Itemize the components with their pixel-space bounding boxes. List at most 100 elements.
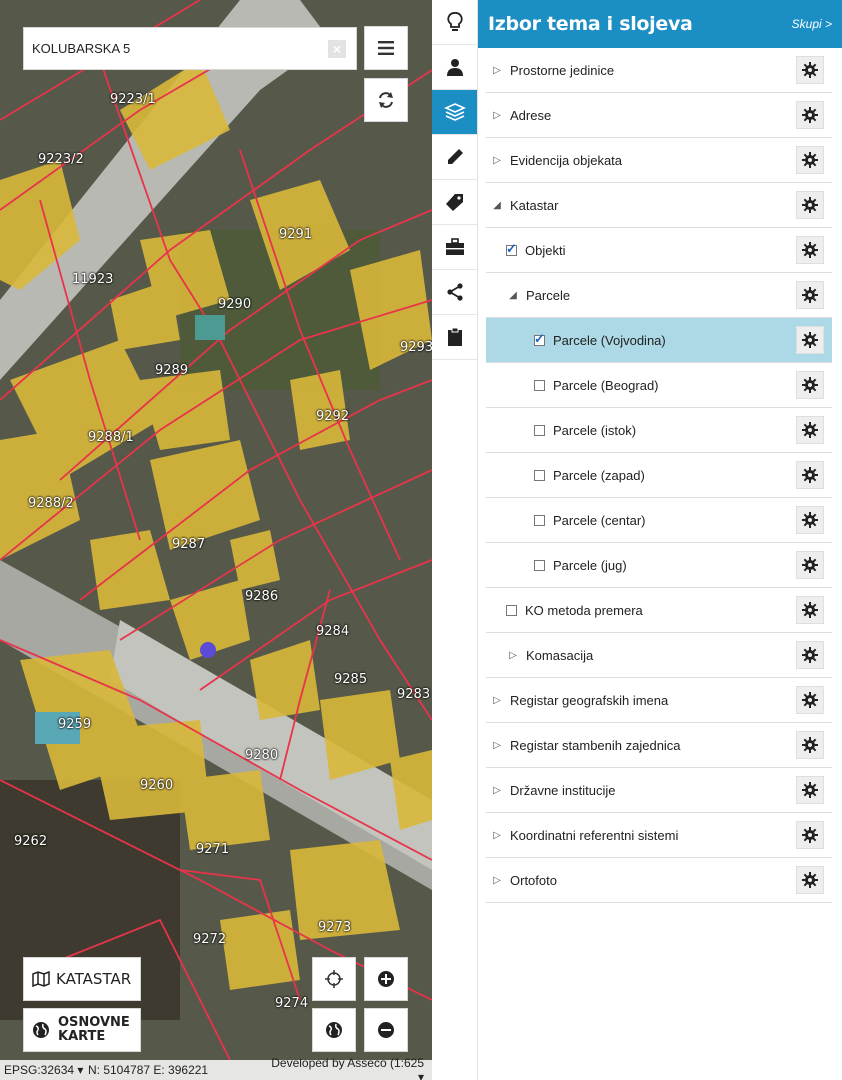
locate-button[interactable] xyxy=(312,957,356,1001)
tool-tag[interactable] xyxy=(432,180,477,225)
gear-icon[interactable] xyxy=(796,191,824,219)
caret-right-icon[interactable]: ▷ xyxy=(490,65,504,76)
layer-checkbox[interactable] xyxy=(506,241,517,257)
layer-label: Parcele (istok) xyxy=(553,422,637,438)
gear-icon[interactable] xyxy=(796,731,824,759)
parcel-label: 9284 xyxy=(316,624,350,639)
layer-row[interactable]: Parcele (jug) xyxy=(486,543,832,588)
briefcase-icon xyxy=(445,238,464,255)
layer-checkbox[interactable] xyxy=(534,379,545,391)
layer-label: Objekti xyxy=(525,242,566,258)
gear-icon[interactable] xyxy=(796,821,824,849)
parcel-label: 9287 xyxy=(172,537,206,552)
layer-row[interactable]: ◢ Parcele xyxy=(486,273,832,318)
layer-checkbox[interactable] xyxy=(534,331,545,347)
caret-right-icon[interactable]: ▷ xyxy=(490,785,504,796)
layer-row[interactable]: Parcele (Vojvodina) xyxy=(486,318,832,363)
parcel-label: 9272 xyxy=(193,932,227,947)
parcel-label: 9280 xyxy=(245,748,279,763)
layer-row[interactable]: ▷ Državne institucije xyxy=(486,768,832,813)
layer-label: Parcele (zapad) xyxy=(553,467,645,483)
layer-row[interactable]: ▷ Registar stambenih zajednica xyxy=(486,723,832,768)
gear-icon[interactable] xyxy=(796,461,824,489)
gear-icon[interactable] xyxy=(796,866,824,894)
layer-label: Registar geografskih imena xyxy=(510,692,669,708)
clear-search-icon[interactable]: × xyxy=(328,40,346,58)
gear-icon[interactable] xyxy=(796,641,824,669)
gear-icon[interactable] xyxy=(796,551,824,579)
tool-user[interactable] xyxy=(432,45,477,90)
layer-checkbox[interactable] xyxy=(534,514,545,526)
gear-icon[interactable] xyxy=(796,236,824,264)
layer-row[interactable]: Parcele (istok) xyxy=(486,408,832,453)
globe-button[interactable] xyxy=(312,1008,356,1052)
caret-right-icon[interactable]: ▷ xyxy=(490,875,504,886)
zoom-out-button[interactable] xyxy=(364,1008,408,1052)
caret-down-icon[interactable]: ◢ xyxy=(506,290,520,301)
collapse-link[interactable]: Skupi > xyxy=(792,17,832,31)
caret-right-icon[interactable]: ▷ xyxy=(490,155,504,166)
katastar-button[interactable]: KATASTAR xyxy=(23,957,141,1001)
zoom-in-button[interactable] xyxy=(364,957,408,1001)
epsg-select[interactable]: EPSG:32634 ▾ xyxy=(0,1063,88,1077)
parcel-label: 9259 xyxy=(58,717,92,732)
layer-checkbox[interactable] xyxy=(534,559,545,571)
caret-right-icon[interactable]: ▷ xyxy=(506,650,520,661)
parcel-label: 9223/1 xyxy=(110,92,156,107)
parcel-label: 9223/2 xyxy=(38,152,84,167)
crosshair-icon xyxy=(325,970,343,988)
tool-briefcase[interactable] xyxy=(432,225,477,270)
tool-draw[interactable] xyxy=(432,135,477,180)
layer-row[interactable]: Objekti xyxy=(486,228,832,273)
caret-right-icon[interactable]: ▷ xyxy=(490,695,504,706)
layer-checkbox[interactable] xyxy=(534,469,545,481)
gear-icon[interactable] xyxy=(796,776,824,804)
refresh-button[interactable] xyxy=(364,78,408,122)
menu-button[interactable] xyxy=(364,26,408,70)
caret-right-icon[interactable]: ▷ xyxy=(490,740,504,751)
base-maps-label-2: KARTE xyxy=(58,1029,106,1044)
tool-clipboard[interactable] xyxy=(432,315,477,360)
tool-layers[interactable] xyxy=(432,90,477,135)
parcel-label: 9285 xyxy=(334,672,368,687)
scale-select[interactable]: Developed by Asseco (1:625 ▾ xyxy=(268,1056,432,1080)
gear-icon[interactable] xyxy=(796,101,824,129)
layer-checkbox[interactable] xyxy=(534,424,545,436)
gear-icon[interactable] xyxy=(796,416,824,444)
gear-icon[interactable] xyxy=(796,506,824,534)
layer-row[interactable]: Parcele (Beograd) xyxy=(486,363,832,408)
gear-icon[interactable] xyxy=(796,371,824,399)
lightbulb-icon xyxy=(446,12,463,31)
search-input[interactable]: KOLUBARSKA 5 × xyxy=(23,27,357,70)
caret-down-icon[interactable]: ◢ xyxy=(490,200,504,211)
caret-right-icon[interactable]: ▷ xyxy=(490,110,504,121)
panel-title: Izbor tema i slojeva xyxy=(488,13,693,35)
parcel-label: 9288/1 xyxy=(88,430,134,445)
layer-row[interactable]: Parcele (centar) xyxy=(486,498,832,543)
map-view[interactable]: 9223/1 9223/2 11923 9291 9290 9289 9293 … xyxy=(0,0,432,1080)
layer-row[interactable]: ▷ Komasacija xyxy=(486,633,832,678)
layer-checkbox[interactable] xyxy=(506,604,517,616)
layer-row[interactable]: KO metoda premera xyxy=(486,588,832,633)
layer-row[interactable]: Parcele (zapad) xyxy=(486,453,832,498)
gear-icon[interactable] xyxy=(796,326,824,354)
layer-label: Prostorne jedinice xyxy=(510,62,615,78)
layer-row[interactable]: ◢ Katastar xyxy=(486,183,832,228)
gear-icon[interactable] xyxy=(796,146,824,174)
vertical-toolbar xyxy=(432,0,478,1080)
layer-row[interactable]: ▷ Evidencija objekata xyxy=(486,138,832,183)
gear-icon[interactable] xyxy=(796,596,824,624)
gear-icon[interactable] xyxy=(796,686,824,714)
layer-row[interactable]: ▷ Ortofoto xyxy=(486,858,832,903)
gear-icon[interactable] xyxy=(796,56,824,84)
tool-lightbulb[interactable] xyxy=(432,0,477,45)
tool-share[interactable] xyxy=(432,270,477,315)
earth-icon xyxy=(326,1022,342,1038)
layer-row[interactable]: ▷ Registar geografskih imena xyxy=(486,678,832,723)
layer-row[interactable]: ▷ Prostorne jedinice xyxy=(486,48,832,93)
layer-row[interactable]: ▷ Adrese xyxy=(486,93,832,138)
base-maps-button[interactable]: OSNOVNE KARTE xyxy=(23,1008,141,1052)
layer-row[interactable]: ▷ Koordinatni referentni sistemi xyxy=(486,813,832,858)
caret-right-icon[interactable]: ▷ xyxy=(490,830,504,841)
gear-icon[interactable] xyxy=(796,281,824,309)
